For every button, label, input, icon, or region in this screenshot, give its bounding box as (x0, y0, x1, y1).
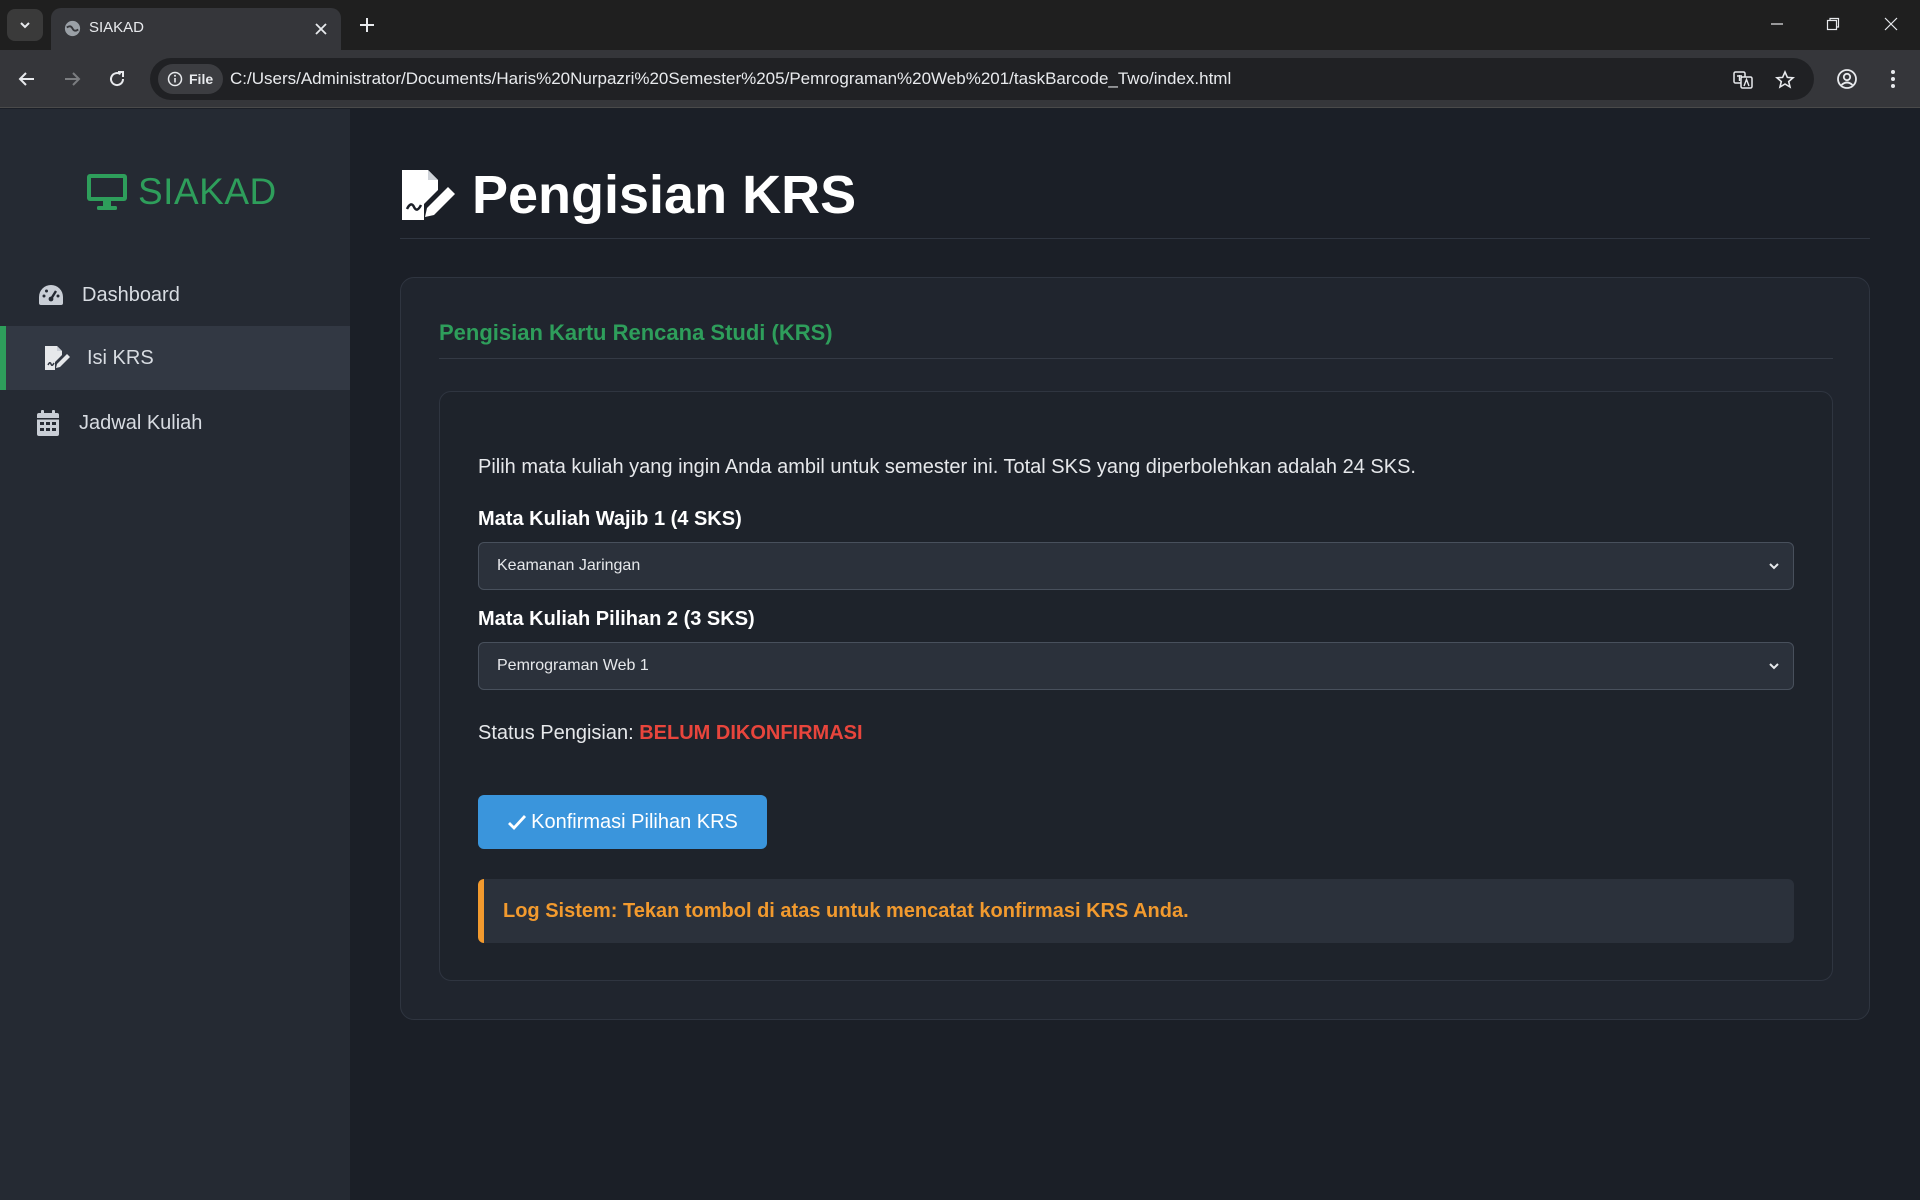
system-log: Log Sistem: Tekan tombol di atas untuk m… (478, 879, 1794, 943)
tab-search-button[interactable] (7, 9, 43, 41)
main-content: Pengisian KRS Pengisian Kartu Rencana St… (350, 109, 1920, 1200)
course-1-selected-value: Keamanan Jaringan (497, 557, 641, 574)
check-icon (508, 815, 527, 831)
menu-button[interactable] (1878, 64, 1908, 94)
arrow-right-icon (65, 72, 81, 86)
page-header: Pengisian KRS (400, 164, 856, 226)
back-button[interactable] (12, 64, 42, 94)
course-1-select[interactable]: Keamanan Jaringan (478, 542, 1794, 590)
course-2-select[interactable]: Pemrograman Web 1 (478, 642, 1794, 690)
browser-tab[interactable]: SIAKAD (51, 8, 341, 50)
desktop-icon (87, 174, 127, 210)
file-signature-icon (42, 343, 72, 373)
title-divider (400, 238, 1870, 239)
card-title: Pengisian Kartu Rencana Studi (KRS) (439, 320, 833, 345)
krs-form: Pilih mata kuliah yang ingin Anda ambil … (439, 391, 1833, 981)
star-icon (1775, 70, 1795, 89)
status-badge: BELUM DIKONFIRMASI (639, 722, 863, 744)
restore-button[interactable] (1818, 10, 1848, 38)
chevron-down-icon (1769, 563, 1779, 570)
brand-name: SIAKAD (138, 171, 277, 212)
minimize-button[interactable] (1762, 10, 1792, 38)
page-title: Pengisian KRS (472, 165, 857, 225)
calendar-icon (33, 408, 63, 438)
intro-text: Pilih mata kuliah yang ingin Anda ambil … (478, 456, 1416, 478)
new-tab-button[interactable] (355, 13, 379, 37)
course-2-selected-value: Pemrograman Web 1 (497, 657, 649, 674)
chevron-down-icon (1769, 663, 1779, 670)
translate-button[interactable] (1730, 67, 1756, 93)
more-vertical-icon (1891, 70, 1895, 88)
krs-card: Pengisian Kartu Rencana Studi (KRS) Pili… (400, 277, 1870, 1020)
chevron-down-icon (20, 22, 30, 29)
confirm-krs-label: Konfirmasi Pilihan KRS (531, 810, 738, 833)
browser-tabstrip: SIAKAD (0, 0, 1920, 50)
confirm-krs-button[interactable]: Konfirmasi Pilihan KRS (478, 795, 767, 849)
minimize-icon (1771, 23, 1783, 25)
reload-icon (110, 71, 125, 87)
plus-icon (360, 18, 374, 32)
course-2-label: Mata Kuliah Pilihan 2 (3 SKS) (478, 608, 755, 630)
site-info-chip[interactable]: File (158, 64, 224, 94)
card-divider (439, 358, 1833, 359)
url-text[interactable]: C:/Users/Administrator/Documents/Haris%2… (230, 69, 1231, 89)
sidebar-item-dashboard[interactable]: Dashboard (0, 263, 350, 327)
sidebar-item-label: Jadwal Kuliah (79, 411, 203, 434)
bookmark-button[interactable] (1772, 67, 1798, 93)
translate-icon (1733, 71, 1753, 89)
status-line: Status Pengisian: BELUM DIKONFIRMASI (478, 722, 863, 745)
reload-button[interactable] (102, 64, 132, 94)
sidebar-item-isi-krs[interactable]: Isi KRS (0, 326, 350, 390)
course-1-label: Mata Kuliah Wajib 1 (4 SKS) (478, 508, 742, 530)
file-signature-icon (402, 170, 455, 220)
gauge-icon (36, 280, 66, 310)
sidebar-item-jadwal-kuliah[interactable]: Jadwal Kuliah (0, 391, 350, 455)
sidebar-item-label: Isi KRS (87, 346, 154, 369)
profile-button[interactable] (1832, 64, 1862, 94)
status-label: Status Pengisian: (478, 722, 634, 744)
site-info-label: File (189, 71, 214, 87)
address-bar[interactable]: File C:/Users/Administrator/Documents/Ha… (150, 58, 1814, 100)
sidebar: SIAKAD Dashboard Isi KRS Jadwal Kuliah (0, 109, 350, 1200)
browser-toolbar: File C:/Users/Administrator/Documents/Ha… (0, 50, 1920, 108)
brand-logo[interactable]: SIAKAD (86, 171, 277, 213)
restore-icon (1826, 17, 1840, 31)
globe-icon (64, 20, 81, 37)
close-icon (315, 23, 327, 35)
system-log-text: Log Sistem: Tekan tombol di atas untuk m… (503, 899, 1189, 922)
info-icon (167, 71, 183, 87)
profile-icon (1837, 69, 1857, 89)
tab-title: SIAKAD (89, 19, 145, 36)
sidebar-item-label: Dashboard (82, 283, 180, 306)
forward-button[interactable] (57, 64, 87, 94)
window-close-button[interactable] (1876, 10, 1906, 38)
arrow-left-icon (18, 72, 34, 86)
close-icon (1884, 17, 1898, 31)
tab-close-button[interactable] (311, 19, 331, 39)
